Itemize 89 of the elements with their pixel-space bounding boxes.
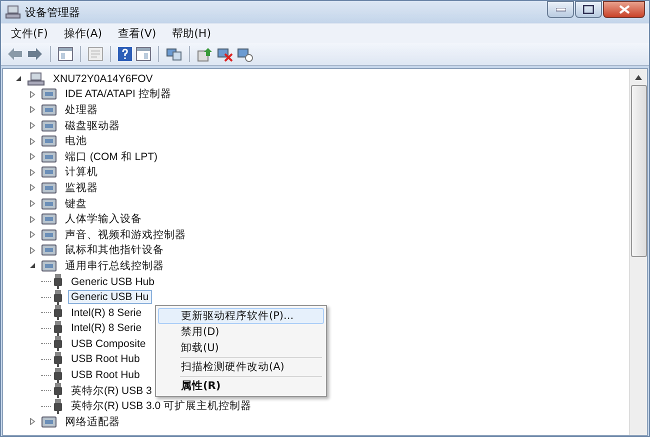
device-icon bbox=[41, 196, 57, 211]
expand-arrow-icon[interactable] bbox=[29, 168, 36, 176]
device-icon bbox=[41, 212, 57, 226]
tree-item[interactable]: USB Root Hub bbox=[68, 352, 143, 366]
forward-arrow-icon[interactable] bbox=[27, 47, 43, 61]
menu-item[interactable]: 文件(F) bbox=[11, 26, 48, 41]
tree-item[interactable]: 端口 (COM 和 LPT) bbox=[62, 148, 160, 165]
expand-arrow-icon[interactable] bbox=[29, 90, 36, 98]
tree-item[interactable]: IDE ATA/ATAPI 控制器 bbox=[62, 86, 174, 102]
monitor-scan-icon[interactable] bbox=[166, 47, 182, 61]
vertical-scrollbar[interactable] bbox=[629, 69, 647, 435]
device-icon bbox=[41, 243, 57, 258]
tree-item[interactable]: Intel(R) 8 Serie bbox=[68, 321, 145, 336]
expand-arrow-icon[interactable] bbox=[29, 184, 36, 192]
device-icon bbox=[41, 102, 57, 117]
expand-arrow-icon[interactable] bbox=[29, 216, 36, 223]
maximize-icon bbox=[583, 5, 594, 14]
tree-item[interactable]: 计算机 bbox=[62, 164, 101, 180]
usb-plug-icon bbox=[53, 274, 63, 290]
device-icon bbox=[41, 150, 57, 164]
collapse-arrow-icon[interactable] bbox=[29, 262, 36, 270]
update-driver-icon[interactable] bbox=[197, 46, 213, 62]
usb-plug-icon bbox=[53, 352, 63, 367]
expand-arrow-icon[interactable] bbox=[29, 153, 36, 160]
tree-item[interactable]: 监视器 bbox=[62, 180, 101, 196]
usb-plug-icon bbox=[53, 320, 63, 336]
tree-item[interactable]: 鼠标和其他指针设备 bbox=[62, 242, 167, 258]
back-arrow-icon[interactable] bbox=[7, 47, 23, 61]
tree-item[interactable]: Generic USB Hub bbox=[68, 274, 158, 289]
console-tree-icon[interactable] bbox=[58, 47, 73, 61]
properties-icon[interactable] bbox=[88, 47, 103, 61]
maximize-button[interactable] bbox=[575, 1, 602, 18]
enable-device-icon[interactable] bbox=[237, 46, 253, 62]
action-pane-icon[interactable] bbox=[136, 47, 151, 61]
menu-item[interactable]: 帮助(H) bbox=[172, 26, 211, 41]
tree-item[interactable]: 通用串行总线控制器 bbox=[62, 258, 167, 274]
device-icon bbox=[41, 228, 57, 242]
window-title: 设备管理器 bbox=[25, 4, 80, 20]
usb-plug-icon bbox=[53, 368, 63, 383]
expand-arrow-icon[interactable] bbox=[29, 418, 36, 426]
disable-device-icon[interactable] bbox=[217, 46, 233, 62]
context-menu-item[interactable]: 扫描检测硬件改动(A) bbox=[158, 359, 324, 375]
tree-item[interactable]: USB Composite bbox=[68, 336, 149, 351]
minimize-icon bbox=[556, 8, 566, 12]
context-menu-item[interactable]: 卸载(U) bbox=[158, 340, 324, 356]
context-menu-item[interactable]: 属性(R) bbox=[158, 378, 324, 394]
device-icon bbox=[41, 258, 57, 273]
tree-item[interactable]: 键盘 bbox=[62, 196, 90, 212]
tree-item[interactable]: Intel(R) 8 Serie bbox=[68, 306, 145, 320]
device-icon bbox=[41, 87, 57, 102]
tree-item[interactable]: 处理器 bbox=[62, 102, 101, 118]
tree-item[interactable]: Generic USB Hu bbox=[68, 290, 152, 304]
device-icon bbox=[41, 134, 57, 148]
close-button[interactable] bbox=[603, 1, 645, 18]
menu-item[interactable]: 查看(V) bbox=[118, 26, 156, 41]
computer-icon bbox=[27, 72, 45, 86]
context-menu-item[interactable]: 更新驱动程序软件(P)... bbox=[158, 308, 324, 324]
menu-item[interactable]: 操作(A) bbox=[64, 26, 102, 41]
tree-item[interactable]: 人体学输入设备 bbox=[62, 211, 145, 228]
computer-icon bbox=[5, 5, 21, 19]
help-icon[interactable] bbox=[118, 47, 132, 61]
device-icon bbox=[41, 414, 57, 429]
expand-arrow-icon[interactable] bbox=[29, 106, 36, 114]
expand-arrow-icon[interactable] bbox=[29, 200, 36, 208]
device-icon bbox=[41, 180, 57, 195]
tree-item[interactable]: 磁盘驱动器 bbox=[62, 118, 123, 134]
usb-plug-icon bbox=[53, 290, 63, 305]
tree-item[interactable]: 电池 bbox=[62, 133, 90, 150]
collapse-arrow-icon[interactable] bbox=[15, 75, 22, 82]
close-icon bbox=[618, 5, 630, 14]
tree-item[interactable]: 声音、视频和游戏控制器 bbox=[62, 226, 189, 243]
expand-arrow-icon[interactable] bbox=[29, 138, 36, 145]
tree-item[interactable]: USB Root Hub bbox=[68, 368, 143, 382]
device-icon bbox=[41, 165, 57, 180]
expand-arrow-icon[interactable] bbox=[29, 246, 36, 254]
tree-item[interactable]: 英特尔(R) USB 3 bbox=[68, 382, 155, 399]
context-menu-item[interactable]: 禁用(D) bbox=[158, 324, 324, 340]
expand-arrow-icon[interactable] bbox=[29, 231, 36, 238]
expand-arrow-icon[interactable] bbox=[29, 122, 36, 130]
usb-plug-icon bbox=[53, 336, 63, 352]
tree-item[interactable]: 网络适配器 bbox=[62, 414, 123, 430]
usb-plug-icon bbox=[53, 383, 63, 398]
scroll-up-arrow-icon[interactable] bbox=[635, 75, 642, 80]
usb-plug-icon bbox=[53, 398, 63, 414]
minimize-button[interactable] bbox=[547, 1, 574, 18]
tree-item[interactable]: XNU72Y0A14Y6FOV bbox=[50, 72, 156, 86]
usb-plug-icon bbox=[53, 305, 63, 320]
device-icon bbox=[41, 118, 57, 133]
tree-item[interactable]: 英特尔(R) USB 3.0 可扩展主机控制器 bbox=[68, 398, 255, 414]
